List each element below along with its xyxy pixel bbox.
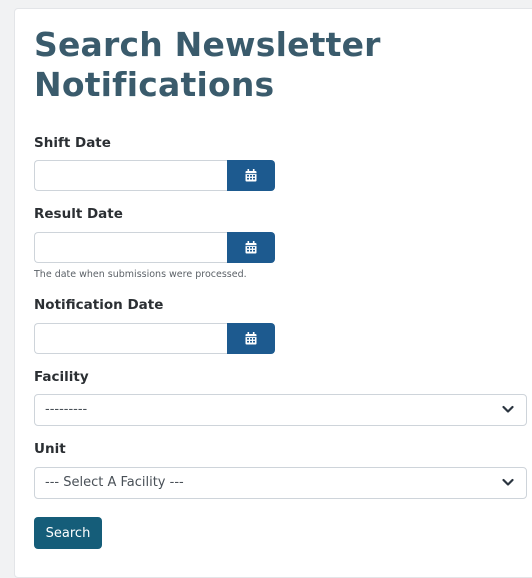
- shift-date-group: [34, 160, 275, 191]
- notification-date-label: Notification Date: [34, 297, 164, 313]
- search-button[interactable]: Search: [34, 517, 102, 549]
- facility-select[interactable]: ---------: [34, 394, 527, 426]
- calendar-icon: [245, 332, 257, 345]
- calendar-icon: [245, 241, 257, 254]
- unit-select[interactable]: --- Select A Facility ---: [34, 467, 527, 499]
- facility-label: Facility: [34, 369, 89, 385]
- unit-selected-value: --- Select A Facility ---: [45, 475, 184, 490]
- unit-label: Unit: [34, 441, 66, 457]
- notification-date-calendar-button[interactable]: [227, 323, 275, 354]
- shift-date-input[interactable]: [34, 160, 227, 191]
- shift-date-calendar-button[interactable]: [227, 160, 275, 191]
- chevron-down-icon: [502, 478, 514, 486]
- notification-date-input[interactable]: [34, 323, 227, 354]
- result-date-label: Result Date: [34, 206, 123, 222]
- chevron-down-icon: [502, 405, 514, 413]
- page-title: Search Newsletter Notifications: [34, 25, 381, 104]
- result-date-help-text: The date when submissions were processed…: [34, 269, 247, 280]
- result-date-calendar-button[interactable]: [227, 232, 275, 263]
- notification-date-group: [34, 323, 275, 354]
- result-date-input[interactable]: [34, 232, 227, 263]
- shift-date-label: Shift Date: [34, 135, 111, 151]
- calendar-icon: [245, 169, 257, 182]
- search-form-card: Search Newsletter Notifications Shift Da…: [14, 8, 532, 578]
- facility-selected-value: ---------: [45, 402, 88, 417]
- result-date-group: [34, 232, 275, 263]
